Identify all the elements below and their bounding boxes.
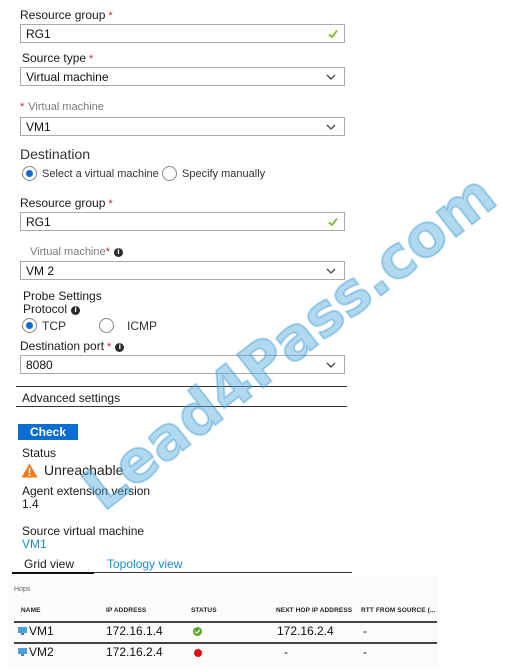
chevron-down-icon <box>326 124 336 130</box>
radio-label: TCP <box>42 318 66 333</box>
radio-protocol-tcp[interactable]: TCP <box>22 318 66 333</box>
field-value: RG1 <box>26 215 51 229</box>
status-value: Unreachable <box>21 462 123 478</box>
required-asterisk: * <box>20 101 25 113</box>
required-asterisk: * <box>105 246 110 258</box>
radio-unselected-icon <box>99 318 114 333</box>
radio-selected-icon <box>22 166 37 181</box>
source-resource-group-label: Resource group * <box>20 8 113 22</box>
radio-protocol-icmp[interactable]: ICMP <box>99 318 157 333</box>
chevron-down-icon <box>326 74 336 80</box>
table-row-vm2-next-hop: - <box>284 645 288 659</box>
field-value: VM 2 <box>26 264 55 278</box>
status-error-icon <box>194 649 202 657</box>
radio-selected-icon <box>22 318 37 333</box>
radio-unselected-icon <box>162 166 177 181</box>
valid-check-icon <box>328 29 338 39</box>
status-label: Status <box>22 446 57 460</box>
table-row-vm1-ip: 172.16.1.4 <box>106 624 163 638</box>
table-row-vm1-name[interactable]: VM1 <box>18 624 54 638</box>
required-asterisk: * <box>89 53 94 65</box>
required-asterisk: * <box>108 198 113 210</box>
field-value: 8080 <box>26 358 53 372</box>
destination-title: Destination <box>20 146 91 162</box>
divider <box>16 406 347 407</box>
tab-grid-view[interactable]: Grid view <box>24 557 74 571</box>
chevron-down-icon <box>326 268 336 274</box>
field-value: Virtual machine <box>26 70 109 84</box>
tab-topology-view[interactable]: Topology view <box>107 557 182 571</box>
info-icon[interactable]: i <box>71 306 81 315</box>
divider <box>16 386 347 387</box>
label-text: Virtual machine <box>28 101 104 113</box>
virtual-machine-icon <box>18 627 27 635</box>
label-text: Resource group <box>20 196 106 210</box>
radio-label: Specify manually <box>182 167 266 180</box>
required-asterisk: * <box>107 341 112 353</box>
table-divider <box>14 642 437 644</box>
source-vm-link[interactable]: VM1 <box>22 537 47 551</box>
column-header-name: NAME <box>21 607 41 614</box>
probe-settings-title: Probe Settings <box>23 289 102 303</box>
radio-label: Select a virtual machine <box>42 167 159 180</box>
field-value: VM1 <box>26 120 51 134</box>
virtual-machine-icon <box>18 648 27 656</box>
label-text: Source type <box>22 51 87 65</box>
field-value: RG1 <box>26 27 51 41</box>
source-type-label: Source type * <box>22 51 93 65</box>
protocol-label: Protocol i <box>23 302 81 316</box>
source-type-dropdown[interactable]: Virtual machine <box>20 67 345 86</box>
destination-resource-group-label: Resource group * <box>20 196 113 210</box>
status-text: Unreachable <box>44 462 124 478</box>
radio-select-vm[interactable]: Select a virtual machine <box>22 166 159 181</box>
source-virtual-machine-dropdown[interactable]: VM1 <box>20 117 345 136</box>
radio-specify-manually[interactable]: Specify manually <box>162 166 265 181</box>
destination-resource-group-input[interactable]: RG1 <box>20 212 345 231</box>
label-text: Destination port <box>20 339 105 353</box>
table-row-vm2-name[interactable]: VM2 <box>18 645 54 659</box>
active-tab-indicator <box>12 572 94 574</box>
destination-port-label: Destination port * i <box>20 339 125 353</box>
column-header-ip-address: IP ADDRESS <box>106 607 147 614</box>
status-success-icon <box>193 627 202 636</box>
label-text: Protocol <box>23 302 68 316</box>
column-header-status: STATUS <box>191 607 217 614</box>
agent-version-label: Agent extension version <box>22 484 151 498</box>
info-icon[interactable]: i <box>115 343 125 352</box>
destination-port-dropdown[interactable]: 8080 <box>20 355 345 374</box>
radio-label: ICMP <box>127 318 157 333</box>
info-icon[interactable]: i <box>113 248 123 257</box>
cell-name: VM1 <box>29 624 54 638</box>
table-row-vm1-rtt: - <box>363 624 367 638</box>
table-row-vm1-next-hop: 172.16.2.4 <box>277 624 334 638</box>
column-header-rtt: RTT FROM SOURCE (... <box>361 607 436 614</box>
required-asterisk: * <box>108 10 113 22</box>
table-divider <box>14 621 437 623</box>
source-vm-label: Source virtual machine <box>22 524 145 538</box>
advanced-settings-toggle[interactable]: Advanced settings <box>22 391 120 405</box>
agent-version-value: 1.4 <box>22 497 39 511</box>
destination-virtual-machine-dropdown[interactable]: VM 2 <box>20 261 345 280</box>
source-resource-group-input[interactable]: RG1 <box>20 24 345 43</box>
warning-icon <box>21 463 38 477</box>
cell-name: VM2 <box>29 645 54 659</box>
column-header-next-hop: NEXT HOP IP ADDRESS <box>276 607 353 614</box>
tab-divider <box>94 572 352 573</box>
valid-check-icon <box>328 217 338 227</box>
label-text: Resource group <box>20 8 106 22</box>
check-button[interactable]: Check <box>18 424 78 440</box>
label-text: Virtual machine <box>30 246 106 258</box>
source-virtual-machine-label: * Virtual machine <box>20 101 104 113</box>
hops-title: Hops <box>14 586 31 593</box>
table-row-vm2-ip: 172.16.2.4 <box>106 645 163 659</box>
destination-virtual-machine-label: Virtual machine* i <box>30 246 123 258</box>
chevron-down-icon <box>326 362 336 368</box>
table-row-vm2-rtt: - <box>363 645 367 659</box>
